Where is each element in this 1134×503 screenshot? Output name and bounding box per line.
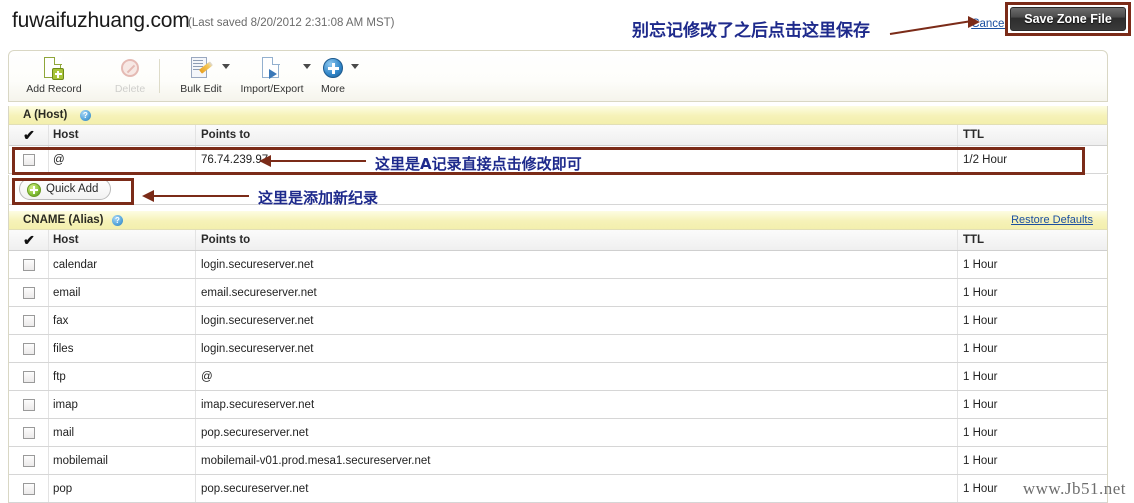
cname-table: ✔ Host Points to TTL calendar login.secu… bbox=[8, 230, 1108, 503]
quick-add-row: Quick Add bbox=[8, 175, 1108, 205]
cell-host[interactable]: mail bbox=[49, 419, 199, 446]
column-header-ttl: TTL bbox=[963, 129, 985, 141]
help-icon[interactable]: ? bbox=[80, 110, 91, 121]
cell-points-to[interactable]: login.secureserver.net bbox=[197, 251, 957, 278]
chevron-down-icon[interactable] bbox=[351, 64, 359, 69]
bulk-edit-icon bbox=[188, 56, 214, 82]
toolbar: Add Record Delete Bulk Edit Import/Expor… bbox=[8, 50, 1108, 102]
section-title: CNAME (Alias) bbox=[23, 214, 104, 226]
table-row[interactable]: imap imap.secureserver.net 1 Hour bbox=[9, 391, 1107, 419]
row-checkbox[interactable] bbox=[9, 363, 49, 390]
import-export-icon bbox=[259, 56, 285, 82]
row-checkbox[interactable] bbox=[9, 475, 49, 502]
toolbar-add-record[interactable]: Add Record bbox=[17, 54, 91, 100]
toolbar-label: More bbox=[321, 83, 345, 95]
section-title: A (Host) bbox=[23, 109, 68, 121]
help-icon[interactable]: ? bbox=[112, 215, 123, 226]
delete-icon bbox=[117, 56, 143, 82]
table-row[interactable]: files login.secureserver.net 1 Hour bbox=[9, 335, 1107, 363]
plus-circle-icon bbox=[27, 183, 41, 197]
section-header-a-host: A (Host) ? bbox=[8, 106, 1108, 125]
cell-host[interactable]: fax bbox=[49, 307, 199, 334]
cell-ttl[interactable]: 1 Hour bbox=[959, 419, 1104, 446]
cell-points-to[interactable]: email.secureserver.net bbox=[197, 279, 957, 306]
add-record-icon bbox=[41, 56, 67, 82]
restore-defaults-link[interactable]: Restore Defaults bbox=[1011, 214, 1093, 226]
last-saved-timestamp: (Last saved 8/20/2012 2:31:08 AM MST) bbox=[188, 17, 395, 29]
cell-ttl[interactable]: 1 Hour bbox=[959, 391, 1104, 418]
row-checkbox[interactable] bbox=[9, 447, 49, 474]
table-row[interactable]: mobilemail mobilemail-v01.prod.mesa1.sec… bbox=[9, 447, 1107, 475]
cell-host[interactable]: @ bbox=[49, 146, 199, 173]
cell-points-to[interactable]: imap.secureserver.net bbox=[197, 391, 957, 418]
page-title: fuwaifuzhuang.com bbox=[12, 9, 190, 32]
column-header-host: Host bbox=[53, 129, 79, 141]
table-row[interactable]: pop pop.secureserver.net 1 Hour bbox=[9, 475, 1107, 503]
select-all-checkbox[interactable]: ✔ bbox=[9, 125, 49, 145]
cell-points-to[interactable]: login.secureserver.net bbox=[197, 307, 957, 334]
cell-host[interactable]: files bbox=[49, 335, 199, 362]
cell-host[interactable]: imap bbox=[49, 391, 199, 418]
column-header-points-to: Points to bbox=[201, 234, 251, 246]
quick-add-button[interactable]: Quick Add bbox=[19, 178, 112, 200]
table-row[interactable]: email email.secureserver.net 1 Hour bbox=[9, 279, 1107, 307]
row-checkbox[interactable] bbox=[9, 335, 49, 362]
cell-host[interactable]: email bbox=[49, 279, 199, 306]
cell-points-to[interactable]: 76.74.239.97 bbox=[197, 146, 957, 173]
save-zone-file-button[interactable]: Save Zone File bbox=[1010, 7, 1126, 31]
cell-host[interactable]: ftp bbox=[49, 363, 199, 390]
table-row[interactable]: @ 76.74.239.97 1/2 Hour bbox=[9, 146, 1107, 174]
cell-points-to[interactable]: mobilemail-v01.prod.mesa1.secureserver.n… bbox=[197, 447, 957, 474]
cell-ttl[interactable]: 1 Hour bbox=[959, 363, 1104, 390]
cell-ttl[interactable]: 1 Hour bbox=[959, 307, 1104, 334]
cell-ttl[interactable]: 1 Hour bbox=[959, 447, 1104, 474]
table-row[interactable]: mail pop.secureserver.net 1 Hour bbox=[9, 419, 1107, 447]
cell-ttl[interactable]: 1 Hour bbox=[959, 279, 1104, 306]
cell-points-to[interactable]: @ bbox=[197, 363, 957, 390]
cell-points-to[interactable]: pop.secureserver.net bbox=[197, 475, 957, 502]
dns-zone-file-manager: fuwaifuzhuang.com (Last saved 8/20/2012 … bbox=[0, 0, 1134, 503]
table-header-row: ✔ Host Points to TTL bbox=[9, 125, 1107, 146]
table-row[interactable]: fax login.secureserver.net 1 Hour bbox=[9, 307, 1107, 335]
toolbar-label: Add Record bbox=[26, 83, 82, 95]
row-checkbox[interactable] bbox=[9, 251, 49, 278]
row-checkbox[interactable] bbox=[9, 391, 49, 418]
toolbar-delete[interactable]: Delete bbox=[93, 54, 167, 100]
cancel-link[interactable]: Cancel bbox=[971, 18, 1007, 30]
section-header-cname: CNAME (Alias) ? Restore Defaults bbox=[8, 211, 1108, 230]
a-host-table: ✔ Host Points to TTL @ 76.74.239.97 1/2 … bbox=[8, 125, 1108, 174]
column-header-points-to: Points to bbox=[201, 129, 251, 141]
toolbar-divider bbox=[159, 59, 160, 93]
cell-points-to[interactable]: login.secureserver.net bbox=[197, 335, 957, 362]
cell-ttl[interactable]: 1 Hour bbox=[959, 475, 1104, 502]
cell-ttl[interactable]: 1 Hour bbox=[959, 251, 1104, 278]
table-row[interactable]: ftp @ 1 Hour bbox=[9, 363, 1107, 391]
toolbar-more[interactable]: More bbox=[305, 54, 361, 100]
row-checkbox[interactable] bbox=[9, 146, 49, 173]
select-all-checkbox[interactable]: ✔ bbox=[9, 230, 49, 250]
table-header-row: ✔ Host Points to TTL bbox=[9, 230, 1107, 251]
toolbar-label: Delete bbox=[114, 83, 146, 95]
row-checkbox[interactable] bbox=[9, 419, 49, 446]
page-header: fuwaifuzhuang.com (Last saved 8/20/2012 … bbox=[0, 0, 1134, 44]
column-header-host: Host bbox=[53, 234, 79, 246]
cell-host[interactable]: calendar bbox=[49, 251, 199, 278]
row-checkbox[interactable] bbox=[9, 279, 49, 306]
cell-host[interactable]: pop bbox=[49, 475, 199, 502]
cell-ttl[interactable]: 1 Hour bbox=[959, 335, 1104, 362]
column-header-ttl: TTL bbox=[963, 234, 985, 246]
cell-host[interactable]: mobilemail bbox=[49, 447, 199, 474]
table-row[interactable]: calendar login.secureserver.net 1 Hour bbox=[9, 251, 1107, 279]
more-icon bbox=[320, 56, 346, 82]
quick-add-label: Quick Add bbox=[46, 183, 99, 195]
cell-ttl[interactable]: 1/2 Hour bbox=[959, 146, 1104, 173]
cell-points-to[interactable]: pop.secureserver.net bbox=[197, 419, 957, 446]
row-checkbox[interactable] bbox=[9, 307, 49, 334]
